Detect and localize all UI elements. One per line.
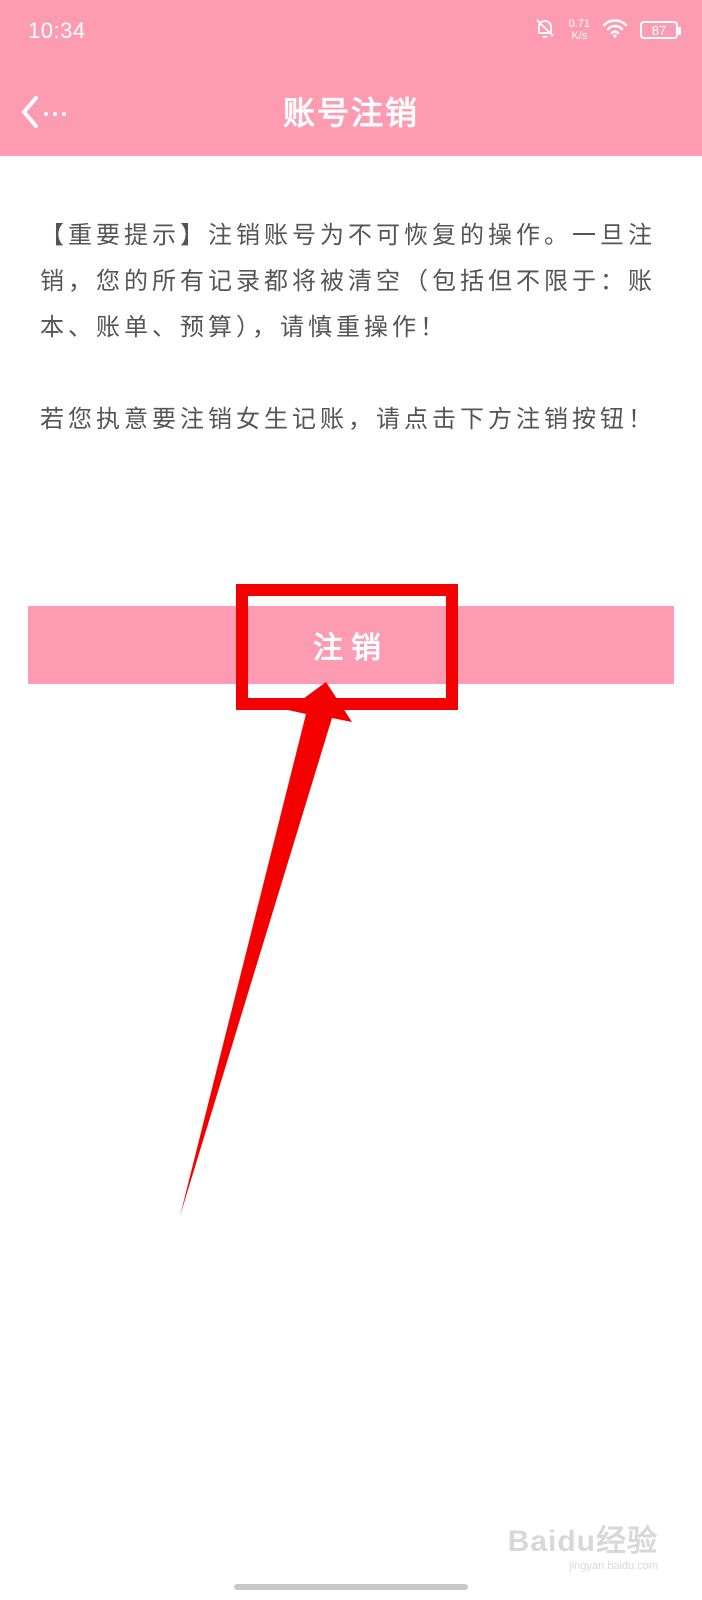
net-speed-unit: K/s (571, 30, 588, 42)
net-speed-value: 0.71 (568, 18, 590, 30)
cancel-account-button[interactable]: 注销 (28, 606, 674, 684)
watermark-main: Baidu经验 (507, 1525, 658, 1558)
notice-paragraph-2: 若您执意要注销女生记账，请点击下方注销按钮！ (40, 405, 656, 433)
watermark: Baidu经验 jingyan.baidu.com (508, 1516, 658, 1572)
app-header: 10:34 0.71 K/s 87 账号注销 (0, 0, 702, 156)
wifi-icon (602, 17, 628, 43)
page-title: 账号注销 (282, 94, 419, 132)
bell-off-icon (533, 16, 557, 44)
watermark-sub: jingyan.baidu.com (569, 1560, 658, 1572)
status-time: 10:34 (28, 18, 86, 43)
net-speed: 0.71 K/s (569, 18, 590, 42)
notice-text: 【重要提示】注销账号为不可恢复的操作。一旦注销，您的所有记录都将被清空（包括但不… (40, 212, 662, 442)
status-icons: 0.71 K/s 87 (533, 16, 681, 44)
notice-paragraph-1: 【重要提示】注销账号为不可恢复的操作。一旦注销，您的所有记录都将被清空（包括但不… (40, 221, 656, 341)
home-indicator[interactable] (234, 1584, 468, 1590)
battery-indicator: 87 (640, 21, 681, 39)
